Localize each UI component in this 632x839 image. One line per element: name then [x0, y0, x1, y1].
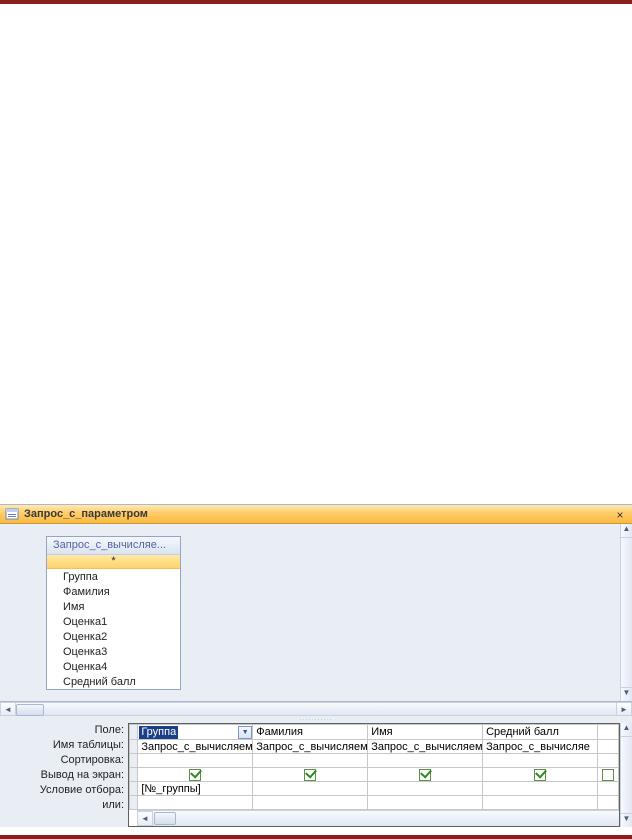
- source-field-item[interactable]: Группа: [47, 569, 180, 584]
- scroll-thumb[interactable]: [154, 812, 176, 825]
- show-cell[interactable]: [138, 768, 253, 782]
- or-cell[interactable]: [253, 796, 368, 810]
- table-cell[interactable]: Запрос_с_вычисляем: [368, 740, 483, 754]
- grid-vscroll[interactable]: ▲ ▼: [620, 723, 632, 827]
- scroll-left-button[interactable]: ◄: [0, 703, 16, 715]
- source-table-header[interactable]: Запрос_с_вычисляе...: [47, 537, 180, 555]
- show-cell[interactable]: [368, 768, 483, 782]
- field-cell-active[interactable]: Группа ▼: [138, 725, 253, 740]
- scroll-up-button[interactable]: ▲: [621, 723, 632, 737]
- show-cell[interactable]: [253, 768, 368, 782]
- or-cell[interactable]: [483, 796, 598, 810]
- query-design-window: Запрос_с_параметром × Запрос_с_вычисляе.…: [0, 504, 632, 827]
- relations-vscroll[interactable]: ▲ ▼: [620, 524, 632, 701]
- field-cell-empty[interactable]: [598, 725, 619, 740]
- design-grid-area: Поле: Имя таблицы: Сортировка: Вывод на …: [0, 723, 632, 827]
- source-field-item[interactable]: Оценка4: [47, 659, 180, 674]
- row-selector[interactable]: [130, 740, 138, 754]
- source-field-item[interactable]: Оценка1: [47, 614, 180, 629]
- table-cell-empty[interactable]: [598, 740, 619, 754]
- criteria-cell-empty[interactable]: [598, 782, 619, 796]
- row-label-show: Вывод на экран:: [0, 768, 128, 783]
- grid-row-criteria: [№_группы]: [130, 782, 619, 796]
- field-cell[interactable]: Средний балл: [483, 725, 598, 740]
- table-cell[interactable]: Запрос_с_вычисляем: [253, 740, 368, 754]
- sort-cell[interactable]: [138, 754, 253, 768]
- criteria-cell[interactable]: [253, 782, 368, 796]
- row-selector[interactable]: [130, 768, 138, 782]
- dropdown-button[interactable]: ▼: [238, 726, 252, 739]
- show-checkbox[interactable]: [304, 769, 316, 781]
- relations-pane[interactable]: Запрос_с_вычисляе... * Группа Фамилия Им…: [0, 524, 632, 702]
- row-selector[interactable]: [130, 796, 138, 810]
- sort-cell[interactable]: [483, 754, 598, 768]
- source-field-list: * Группа Фамилия Имя Оценка1 Оценка2 Оце…: [47, 555, 180, 689]
- or-cell-empty[interactable]: [598, 796, 619, 810]
- grid-row-table: Запрос_с_вычисляем Запрос_с_вычисляем За…: [130, 740, 619, 754]
- source-field-item[interactable]: Оценка3: [47, 644, 180, 659]
- criteria-cell[interactable]: [№_группы]: [138, 782, 253, 796]
- or-cell[interactable]: [138, 796, 253, 810]
- source-field-item[interactable]: Фамилия: [47, 584, 180, 599]
- window-icon: [4, 506, 20, 522]
- grid-row-field: Группа ▼ Фамилия Имя Средний балл: [130, 725, 619, 740]
- scroll-right-button[interactable]: ►: [616, 703, 632, 715]
- row-label-table: Имя таблицы:: [0, 738, 128, 753]
- sort-cell-empty[interactable]: [598, 754, 619, 768]
- show-cell-empty[interactable]: [598, 768, 619, 782]
- row-label-or: или:: [0, 798, 128, 813]
- row-selector[interactable]: [130, 725, 138, 740]
- row-label-field: Поле:: [0, 723, 128, 738]
- grid-hscroll[interactable]: ◄: [137, 810, 619, 826]
- scroll-down-button[interactable]: ▼: [621, 813, 632, 827]
- show-checkbox[interactable]: [419, 769, 431, 781]
- criteria-cell[interactable]: [483, 782, 598, 796]
- grid-row-sort: [130, 754, 619, 768]
- show-cell[interactable]: [483, 768, 598, 782]
- close-button[interactable]: ×: [612, 507, 628, 523]
- row-label-criteria: Условие отбора:: [0, 783, 128, 798]
- source-field-item[interactable]: Оценка2: [47, 629, 180, 644]
- table-cell[interactable]: Запрос_с_вычисляе: [483, 740, 598, 754]
- grid-row-show: [130, 768, 619, 782]
- sort-cell[interactable]: [253, 754, 368, 768]
- pane-splitter[interactable]: ···········: [0, 716, 632, 723]
- table-cell[interactable]: Запрос_с_вычисляем: [138, 740, 253, 754]
- or-cell[interactable]: [368, 796, 483, 810]
- field-value[interactable]: Группа: [139, 726, 178, 739]
- source-table-panel[interactable]: Запрос_с_вычисляе... * Группа Фамилия Им…: [46, 536, 181, 690]
- design-grid-row-labels: Поле: Имя таблицы: Сортировка: Вывод на …: [0, 723, 128, 827]
- window-title: Запрос_с_параметром: [24, 508, 148, 520]
- page-frame: Запрос_с_параметром × Запрос_с_вычисляе.…: [0, 0, 632, 839]
- scroll-down-button[interactable]: ▼: [621, 687, 632, 701]
- row-label-sort: Сортировка:: [0, 753, 128, 768]
- scroll-track[interactable]: [16, 703, 616, 715]
- grid-row-or: [130, 796, 619, 810]
- show-checkbox[interactable]: [534, 769, 546, 781]
- show-checkbox[interactable]: [602, 769, 614, 781]
- row-selector[interactable]: [130, 754, 138, 768]
- scroll-up-button[interactable]: ▲: [621, 524, 632, 538]
- row-selector[interactable]: [130, 782, 138, 796]
- scroll-left-button[interactable]: ◄: [137, 811, 153, 826]
- field-cell[interactable]: Фамилия: [253, 725, 368, 740]
- show-checkbox[interactable]: [189, 769, 201, 781]
- window-titlebar[interactable]: Запрос_с_параметром ×: [0, 505, 632, 524]
- source-field-item[interactable]: Имя: [47, 599, 180, 614]
- field-cell[interactable]: Имя: [368, 725, 483, 740]
- relations-hscroll[interactable]: ◄ ►: [0, 702, 632, 716]
- criteria-cell[interactable]: [368, 782, 483, 796]
- sort-cell[interactable]: [368, 754, 483, 768]
- source-field-item[interactable]: Средний балл: [47, 674, 180, 689]
- scroll-thumb[interactable]: [16, 704, 44, 716]
- document-upper-area: [0, 4, 632, 482]
- design-grid: Группа ▼ Фамилия Имя Средний балл Запрос…: [128, 723, 620, 827]
- source-field-all[interactable]: *: [47, 555, 180, 569]
